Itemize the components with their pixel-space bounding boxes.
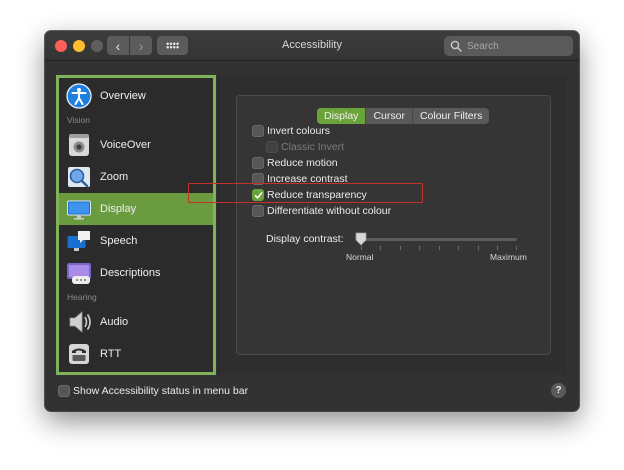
sidebar-item-label: Overview xyxy=(100,90,146,102)
tab-display[interactable]: Display xyxy=(317,108,367,124)
checkbox[interactable] xyxy=(252,157,264,169)
slider-max-label: Maximum xyxy=(490,252,527,262)
option-label: Reduce transparency xyxy=(267,189,367,201)
overview-icon xyxy=(66,83,92,109)
option-label: Reduce motion xyxy=(267,157,338,169)
increase-contrast-option[interactable]: Increase contrast xyxy=(252,172,348,186)
preferences-window: ‹ › Accessibility Overview Vision xyxy=(45,31,579,411)
sidebar: Overview Vision VoiceOver Zoom Display S… xyxy=(56,75,216,375)
checkbox xyxy=(266,141,278,153)
display-options-box: Display Cursor Colour Filters Invert col… xyxy=(236,95,551,355)
sidebar-item-zoom[interactable]: Zoom xyxy=(59,161,213,193)
tab-colour-filters[interactable]: Colour Filters xyxy=(413,108,489,124)
sidebar-item-label: Display xyxy=(100,203,137,215)
option-label: Differentiate without colour xyxy=(267,205,392,217)
sidebar-item-descriptions[interactable]: Descriptions xyxy=(59,257,213,289)
search-input[interactable] xyxy=(467,40,567,52)
search-field[interactable] xyxy=(444,36,573,56)
title-bar: ‹ › Accessibility xyxy=(45,31,579,61)
section-header-hearing: Hearing xyxy=(67,292,97,302)
slider-tick xyxy=(478,246,479,250)
sidebar-item-display[interactable]: Display xyxy=(59,193,213,225)
slider-tick xyxy=(497,246,498,250)
slider-thumb[interactable] xyxy=(355,232,367,246)
option-label: Show Accessibility status in menu bar xyxy=(73,385,249,397)
slider-tick xyxy=(439,246,440,250)
sidebar-item-rtt[interactable]: RTT xyxy=(59,338,213,370)
checkbox[interactable] xyxy=(252,125,264,137)
checkbox[interactable] xyxy=(252,173,264,185)
checkbox[interactable] xyxy=(58,385,70,397)
slider-tick xyxy=(380,246,381,250)
reduce-motion-option[interactable]: Reduce motion xyxy=(252,156,338,170)
voiceover-icon xyxy=(69,134,89,156)
sidebar-item-label: RTT xyxy=(100,348,122,360)
speech-icon xyxy=(67,231,90,251)
slider-tick xyxy=(419,246,420,250)
reduce-transparency-option[interactable]: Reduce transparency xyxy=(252,188,367,202)
checkbox[interactable] xyxy=(252,205,264,217)
help-button[interactable]: ? xyxy=(551,383,566,398)
sidebar-item-overview[interactable]: Overview xyxy=(59,80,213,112)
descriptions-icon xyxy=(67,263,91,284)
checkmark-icon xyxy=(254,191,262,199)
slider-tick xyxy=(400,246,401,250)
invert-colours-option[interactable]: Invert colours xyxy=(252,124,330,138)
audio-icon xyxy=(69,311,91,333)
sidebar-item-label: Audio xyxy=(100,316,129,328)
slider-tick xyxy=(361,246,362,250)
sidebar-item-label: Speech xyxy=(100,235,138,247)
content-pane: Display Cursor Colour Filters Invert col… xyxy=(218,75,567,375)
menu-bar-status-option[interactable]: Show Accessibility status in menu bar xyxy=(58,384,248,398)
classic-invert-option: Classic Invert xyxy=(266,140,344,154)
sidebar-item-voiceover[interactable]: VoiceOver xyxy=(59,129,213,161)
option-label: Invert colours xyxy=(267,125,331,137)
sidebar-item-audio[interactable]: Audio xyxy=(59,306,213,338)
sidebar-item-label: VoiceOver xyxy=(100,139,151,151)
option-label: Classic Invert xyxy=(281,141,345,153)
tab-bar: Display Cursor Colour Filters xyxy=(317,108,490,124)
section-header-vision: Vision xyxy=(67,115,90,125)
display-contrast-label: Display contrast: xyxy=(266,233,344,245)
slider-min-label: Normal xyxy=(346,252,374,262)
sidebar-item-label: Descriptions xyxy=(100,267,161,279)
zoom-icon xyxy=(68,167,90,188)
rtt-icon xyxy=(69,344,89,364)
display-contrast-slider[interactable] xyxy=(359,238,517,241)
display-icon xyxy=(67,200,91,220)
option-label: Increase contrast xyxy=(267,173,348,185)
differentiate-without-colour-option[interactable]: Differentiate without colour xyxy=(252,204,391,218)
sidebar-item-label: Zoom xyxy=(100,171,129,183)
slider-tick xyxy=(516,246,517,250)
tab-cursor[interactable]: Cursor xyxy=(366,108,413,124)
slider-tick xyxy=(458,246,459,250)
search-icon xyxy=(450,40,462,52)
checkbox[interactable] xyxy=(252,189,264,201)
sidebar-item-speech[interactable]: Speech xyxy=(59,225,213,257)
